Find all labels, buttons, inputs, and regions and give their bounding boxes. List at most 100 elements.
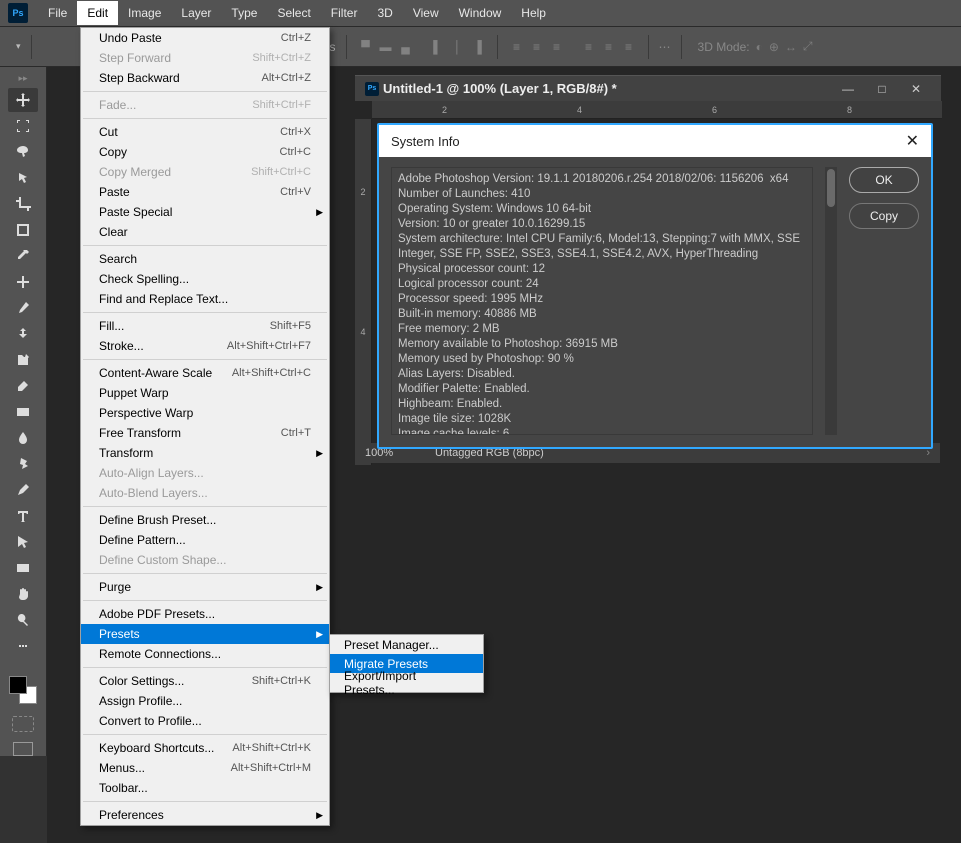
menuitem-paste[interactable]: PasteCtrl+V <box>81 182 329 202</box>
tool-lasso[interactable] <box>8 140 38 164</box>
menuitem-perspective-warp[interactable]: Perspective Warp <box>81 403 329 423</box>
menu-window[interactable]: Window <box>449 1 512 25</box>
menuitem-paste-special[interactable]: Paste Special▶ <box>81 202 329 222</box>
menuitem-define-brush-preset[interactable]: Define Brush Preset... <box>81 510 329 530</box>
menu-filter[interactable]: Filter <box>321 1 368 25</box>
menuitem-assign-profile[interactable]: Assign Profile... <box>81 691 329 711</box>
screen-mode-icon[interactable] <box>13 742 33 756</box>
menu-help[interactable]: Help <box>511 1 556 25</box>
tool-move[interactable] <box>8 88 38 112</box>
menuitem-purge[interactable]: Purge▶ <box>81 577 329 597</box>
menuitem-label: Puppet Warp <box>99 386 311 400</box>
tool-eyedropper[interactable] <box>8 244 38 268</box>
menuitem-check-spelling[interactable]: Check Spelling... <box>81 269 329 289</box>
tool-zoom[interactable] <box>8 608 38 632</box>
foreground-color[interactable] <box>9 676 27 694</box>
tool-brush[interactable] <box>8 296 38 320</box>
3d-scale-icon[interactable]: ⤢ <box>803 39 813 54</box>
align-vcenter-icon[interactable]: ▬ <box>377 38 395 56</box>
menuitem-find-and-replace-text[interactable]: Find and Replace Text... <box>81 289 329 309</box>
menu-type[interactable]: Type <box>221 1 267 25</box>
menuitem-undo-paste[interactable]: Undo PasteCtrl+Z <box>81 28 329 48</box>
menu-layer[interactable]: Layer <box>171 1 221 25</box>
toolbar-grip[interactable]: ▸▸ <box>18 73 27 84</box>
tool-crop[interactable] <box>8 192 38 216</box>
dist-right-icon[interactable]: ≡ <box>620 38 638 56</box>
menuitem-keyboard-shortcuts[interactable]: Keyboard Shortcuts...Alt+Shift+Ctrl+K <box>81 738 329 758</box>
menu-image[interactable]: Image <box>118 1 171 25</box>
tool-eraser[interactable] <box>8 374 38 398</box>
menuitem-adobe-pdf-presets[interactable]: Adobe PDF Presets... <box>81 604 329 624</box>
menuitem-menus[interactable]: Menus...Alt+Shift+Ctrl+M <box>81 758 329 778</box>
menuitem-search[interactable]: Search <box>81 249 329 269</box>
submenu-arrow-icon: ▶ <box>316 810 323 821</box>
tool-clone[interactable] <box>8 322 38 346</box>
menu-file[interactable]: File <box>38 1 77 25</box>
close-icon[interactable]: ✕ <box>906 131 919 151</box>
tool-edit-toolbar[interactable] <box>8 634 38 658</box>
ok-button[interactable]: OK <box>849 167 919 193</box>
3d-pan-icon[interactable]: ⊕ <box>769 40 779 54</box>
tool-hand[interactable] <box>8 582 38 606</box>
tool-path-select[interactable] <box>8 530 38 554</box>
menuitem-stroke[interactable]: Stroke...Alt+Shift+Ctrl+F7 <box>81 336 329 356</box>
menu-select[interactable]: Select <box>267 1 320 25</box>
align-bottom-icon[interactable]: ▄ <box>397 38 415 56</box>
submenu-preset-manager[interactable]: Preset Manager... <box>330 635 483 654</box>
more-icon[interactable]: ⋯ <box>659 40 671 54</box>
3d-orbit-icon[interactable]: ◐ <box>756 40 763 54</box>
scrollbar[interactable] <box>825 167 837 435</box>
scrollbar-thumb[interactable] <box>827 169 835 207</box>
align-top-icon[interactable]: ▀ <box>357 38 375 56</box>
tool-type[interactable] <box>8 504 38 528</box>
close-icon[interactable]: ✕ <box>901 80 931 98</box>
menuitem-preferences[interactable]: Preferences▶ <box>81 805 329 825</box>
menuitem-copy[interactable]: CopyCtrl+C <box>81 142 329 162</box>
color-swatches[interactable] <box>7 674 39 706</box>
menuitem-define-pattern[interactable]: Define Pattern... <box>81 530 329 550</box>
menuitem-color-settings[interactable]: Color Settings...Shift+Ctrl+K <box>81 671 329 691</box>
submenu-export-import-presets[interactable]: Export/Import Presets... <box>330 673 483 692</box>
tool-blur[interactable] <box>8 426 38 450</box>
tool-healing[interactable] <box>8 270 38 294</box>
3d-slide-icon[interactable]: ↔ <box>785 40 797 54</box>
dist-bottom-icon[interactable]: ≡ <box>548 38 566 56</box>
menuitem-step-backward[interactable]: Step BackwardAlt+Ctrl+Z <box>81 68 329 88</box>
menuitem-puppet-warp[interactable]: Puppet Warp <box>81 383 329 403</box>
menuitem-toolbar[interactable]: Toolbar... <box>81 778 329 798</box>
menu-3d[interactable]: 3D <box>367 1 402 25</box>
menuitem-remote-connections[interactable]: Remote Connections... <box>81 644 329 664</box>
dist-vcenter-icon[interactable]: ≡ <box>528 38 546 56</box>
menuitem-fill[interactable]: Fill...Shift+F5 <box>81 316 329 336</box>
menuitem-label: Assign Profile... <box>99 694 311 708</box>
tool-pen[interactable] <box>8 478 38 502</box>
tool-history-brush[interactable] <box>8 348 38 372</box>
menuitem-convert-to-profile[interactable]: Convert to Profile... <box>81 711 329 731</box>
menuitem-cut[interactable]: CutCtrl+X <box>81 122 329 142</box>
align-right-icon[interactable]: ▐ <box>469 38 487 56</box>
maximize-icon[interactable]: □ <box>867 80 897 98</box>
dist-top-icon[interactable]: ≡ <box>508 38 526 56</box>
dist-left-icon[interactable]: ≡ <box>580 38 598 56</box>
menuitem-transform[interactable]: Transform▶ <box>81 443 329 463</box>
menuitem-content-aware-scale[interactable]: Content-Aware ScaleAlt+Shift+Ctrl+C <box>81 363 329 383</box>
system-info-text[interactable] <box>391 167 813 435</box>
chevron-down-icon[interactable]: ▾ <box>16 41 21 52</box>
menu-view[interactable]: View <box>403 1 449 25</box>
menuitem-free-transform[interactable]: Free TransformCtrl+T <box>81 423 329 443</box>
tool-rectangle[interactable] <box>8 556 38 580</box>
quick-mask-icon[interactable] <box>12 716 34 732</box>
menuitem-presets[interactable]: Presets▶ <box>81 624 329 644</box>
copy-button[interactable]: Copy <box>849 203 919 229</box>
tool-dodge[interactable] <box>8 452 38 476</box>
align-hcenter-icon[interactable]: │ <box>449 38 467 56</box>
align-left-icon[interactable]: ▌ <box>429 38 447 56</box>
tool-marquee[interactable] <box>8 114 38 138</box>
menuitem-clear[interactable]: Clear <box>81 222 329 242</box>
tool-gradient[interactable] <box>8 400 38 424</box>
tool-quick-select[interactable] <box>8 166 38 190</box>
dist-hcenter-icon[interactable]: ≡ <box>600 38 618 56</box>
minimize-icon[interactable]: — <box>833 80 863 98</box>
menu-edit[interactable]: Edit <box>77 1 118 25</box>
tool-frame[interactable] <box>8 218 38 242</box>
